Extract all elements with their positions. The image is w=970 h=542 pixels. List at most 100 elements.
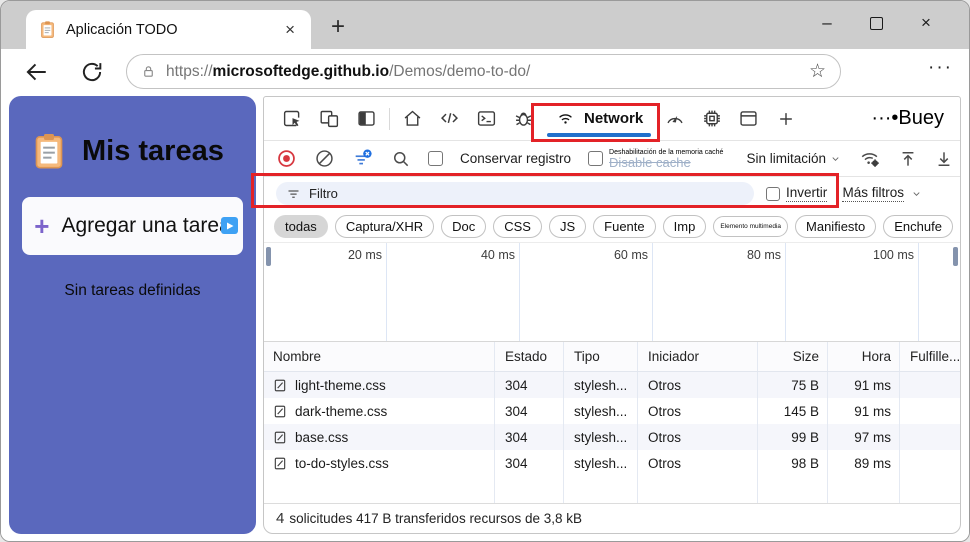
overview-left-handle[interactable] xyxy=(266,247,271,266)
memory-cpu-icon[interactable] xyxy=(693,108,730,129)
disable-cache-checkbox[interactable] xyxy=(588,151,603,166)
request-initiator: Otros xyxy=(638,424,758,450)
navigation-bar: https://microsoftedge.github.io/Demos/de… xyxy=(1,49,969,94)
browser-tab[interactable]: Aplicación TODO × xyxy=(26,10,311,49)
performance-gauge-icon[interactable] xyxy=(656,108,693,129)
col-header-size[interactable]: Size xyxy=(758,342,828,371)
close-button[interactable]: × xyxy=(912,13,940,33)
new-tab-button[interactable]: + xyxy=(331,13,345,41)
title-bar: Aplicación TODO × + – × xyxy=(1,1,969,49)
tab-network[interactable]: Network xyxy=(542,97,656,140)
throttling-value: Sin limitación xyxy=(746,151,826,166)
request-fulfilled xyxy=(900,424,960,450)
request-fulfilled xyxy=(900,372,960,398)
console-tab-icon[interactable] xyxy=(468,108,505,129)
col-header-type[interactable]: Tipo xyxy=(564,342,638,371)
request-status: 304 xyxy=(495,450,564,476)
filter-input[interactable]: Filtro xyxy=(276,182,754,205)
invert-checkbox[interactable] xyxy=(766,187,780,201)
network-conditions-icon[interactable] xyxy=(858,148,882,170)
invert-filter[interactable]: Invertir xyxy=(766,185,827,202)
browser-window: Aplicación TODO × + – × https://microsof… xyxy=(0,0,970,542)
chip-manifest[interactable]: Manifiesto xyxy=(795,215,876,238)
table-row[interactable]: dark-theme.css 304 stylesh... Otros 145 … xyxy=(264,398,960,424)
import-har-icon[interactable] xyxy=(934,149,954,169)
device-emulation-icon[interactable] xyxy=(311,108,348,129)
chip-doc[interactable]: Doc xyxy=(441,215,486,238)
reload-icon[interactable] xyxy=(79,59,105,85)
col-header-fulfilled[interactable]: Fulfille... xyxy=(900,342,960,371)
add-task-label: Agregar una tarea xyxy=(61,214,230,238)
overview-right-handle[interactable] xyxy=(953,247,958,266)
network-tab-label: Network xyxy=(584,110,643,127)
gridline xyxy=(652,243,653,341)
request-fulfilled xyxy=(900,398,960,424)
elements-tab-icon[interactable] xyxy=(431,108,468,129)
network-overview-timeline[interactable]: 20 ms 40 ms 60 ms 80 ms 100 ms xyxy=(264,242,960,342)
request-status: 304 xyxy=(495,398,564,424)
clear-network-log-icon[interactable] xyxy=(314,148,335,169)
chip-js[interactable]: JS xyxy=(549,215,586,238)
table-row[interactable]: base.css 304 stylesh... Otros 99 B 97 ms xyxy=(264,424,960,450)
col-header-initiator[interactable]: Iniciador xyxy=(638,342,758,371)
add-task-button[interactable]: + Agregar una tarea xyxy=(22,197,243,255)
debugger-bug-icon[interactable] xyxy=(505,108,542,129)
maximize-button[interactable] xyxy=(870,17,883,30)
clipboard-favicon xyxy=(38,20,57,39)
immersive-reader-badge-icon[interactable] xyxy=(221,217,238,234)
devtools-overflow-text[interactable]: ···•Buey xyxy=(871,107,950,130)
preserve-log-checkbox[interactable] xyxy=(428,151,443,166)
lock-icon xyxy=(141,63,156,80)
col-header-name[interactable]: Nombre xyxy=(264,342,495,371)
col-header-status[interactable]: Estado xyxy=(495,342,564,371)
request-size: 98 B xyxy=(758,450,828,476)
focus-panel-icon[interactable] xyxy=(348,108,385,129)
preserve-log-label: Conservar registro xyxy=(460,151,571,166)
inspect-icon[interactable] xyxy=(274,108,311,129)
request-type: stylesh... xyxy=(564,398,638,424)
minimize-button[interactable]: – xyxy=(813,13,841,33)
home-tab-icon[interactable] xyxy=(394,108,431,129)
toolbar-right-icons xyxy=(858,148,961,170)
table-empty-area xyxy=(264,476,960,503)
tab-close-icon[interactable]: × xyxy=(281,20,299,40)
browser-menu-icon[interactable]: ··· xyxy=(928,57,953,79)
request-size: 99 B xyxy=(758,424,828,450)
favorite-star-icon[interactable]: ☆ xyxy=(809,60,826,83)
divider xyxy=(389,108,390,130)
gridline xyxy=(519,243,520,341)
request-type: stylesh... xyxy=(564,372,638,398)
chip-css[interactable]: CSS xyxy=(493,215,542,238)
request-time: 91 ms xyxy=(828,398,900,424)
filter-row: Filtro Invertir Más filtros xyxy=(264,177,960,210)
stylesheet-file-icon xyxy=(273,456,287,471)
request-initiator: Otros xyxy=(638,398,758,424)
back-icon[interactable] xyxy=(23,59,49,85)
chip-fetch-xhr[interactable]: Captura/XHR xyxy=(335,215,434,238)
more-filters-dropdown[interactable]: Más filtros xyxy=(842,185,922,202)
filter-toggle-icon[interactable] xyxy=(352,148,374,170)
chip-img[interactable]: Imp xyxy=(663,215,707,238)
chip-wasm[interactable]: Era xyxy=(960,215,961,238)
application-window-icon[interactable] xyxy=(730,108,767,129)
record-network-log-icon[interactable] xyxy=(276,148,297,169)
stylesheet-file-icon xyxy=(273,404,287,419)
search-icon[interactable] xyxy=(391,149,411,169)
chip-all[interactable]: todas xyxy=(274,215,328,238)
chip-font[interactable]: Fuente xyxy=(593,215,655,238)
table-row[interactable]: to-do-styles.css 304 stylesh... Otros 98… xyxy=(264,450,960,476)
url-bar[interactable]: https://microsoftedge.github.io/Demos/de… xyxy=(126,54,841,89)
col-header-time[interactable]: Hora xyxy=(828,342,900,371)
throttling-dropdown[interactable]: Sin limitación xyxy=(746,151,841,166)
request-type: stylesh... xyxy=(564,450,638,476)
request-name: dark-theme.css xyxy=(295,404,387,419)
chip-media[interactable]: Elemento multimedia xyxy=(713,216,788,237)
chip-socket[interactable]: Enchufe xyxy=(883,215,953,238)
table-header-row: Nombre Estado Tipo Iniciador Size Hora F… xyxy=(264,342,960,372)
request-status: 304 xyxy=(495,424,564,450)
table-row[interactable]: light-theme.css 304 stylesh... Otros 75 … xyxy=(264,372,960,398)
request-name: base.css xyxy=(295,430,348,445)
export-har-icon[interactable] xyxy=(898,149,918,169)
tick-20ms: 20 ms xyxy=(286,248,382,262)
more-tools-plus-icon[interactable] xyxy=(767,109,804,129)
